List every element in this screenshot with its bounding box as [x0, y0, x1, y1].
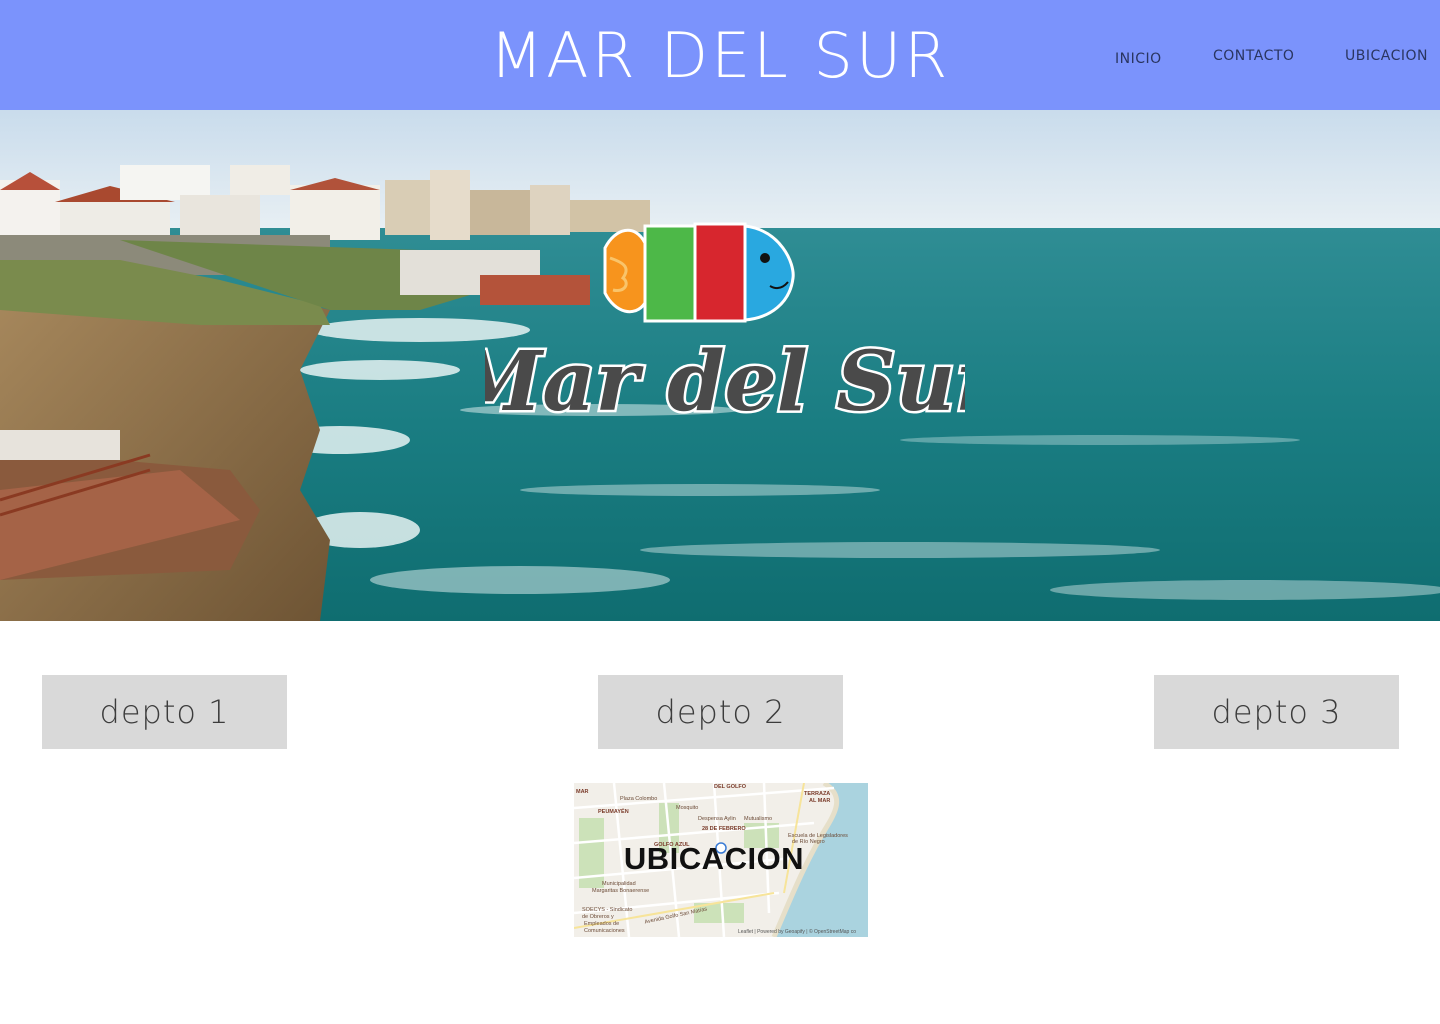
depto-1-button[interactable]: depto 1 — [42, 675, 287, 749]
map-label: Comunicaciones — [584, 928, 625, 934]
nav-inicio[interactable]: INICIO — [1115, 51, 1162, 67]
depto-2-label: depto 2 — [655, 693, 786, 731]
ubicacion-map-card[interactable]: MAR Plaza Colombo DEL GOLFO TERRAZA AL M… — [574, 783, 868, 937]
map-label: SOECYS - Sindicato — [582, 907, 633, 913]
map-label: Mosquito — [676, 805, 699, 811]
map-attribution: Leaflet | Powered by Geoapify | © OpenSt… — [738, 929, 857, 935]
map-label: Despensa Aylin — [698, 816, 736, 822]
map-label: PEUMAYÉN — [598, 809, 629, 815]
nav-contacto[interactable]: CONTACTO — [1213, 48, 1294, 64]
map-label: AL MAR — [809, 798, 831, 804]
map-label: Mutualismo — [744, 816, 773, 822]
site-header: MAR DEL SUR INICIO CONTACTO UBICACION — [0, 0, 1440, 110]
mar-del-sur-logo: Mar del Sur — [485, 222, 965, 433]
map-title: UBICACION — [623, 841, 805, 876]
map-label: Municipalidad — [602, 881, 636, 887]
depto-1-label: depto 1 — [99, 693, 230, 731]
logo-text: Mar del Sur — [485, 334, 965, 430]
hero-banner: Mar del Sur — [0, 110, 1440, 621]
depto-3-button[interactable]: depto 3 — [1154, 675, 1399, 749]
map-label: de Obreros y — [582, 914, 614, 920]
map-label: MAR — [576, 789, 589, 795]
depto-2-button[interactable]: depto 2 — [598, 675, 843, 749]
map-label: Margaritas Bonaerense — [592, 888, 650, 894]
map-label: Plaza Colombo — [620, 796, 658, 802]
nav-ubicacion[interactable]: UBICACION — [1345, 48, 1428, 64]
map-label: Empleados de — [584, 921, 620, 927]
map-label: DEL GOLFO — [714, 784, 746, 790]
map-label: TERRAZA — [804, 791, 831, 797]
depto-3-label: depto 3 — [1211, 693, 1342, 731]
map-label: 28 DE FEBRERO — [702, 826, 746, 832]
